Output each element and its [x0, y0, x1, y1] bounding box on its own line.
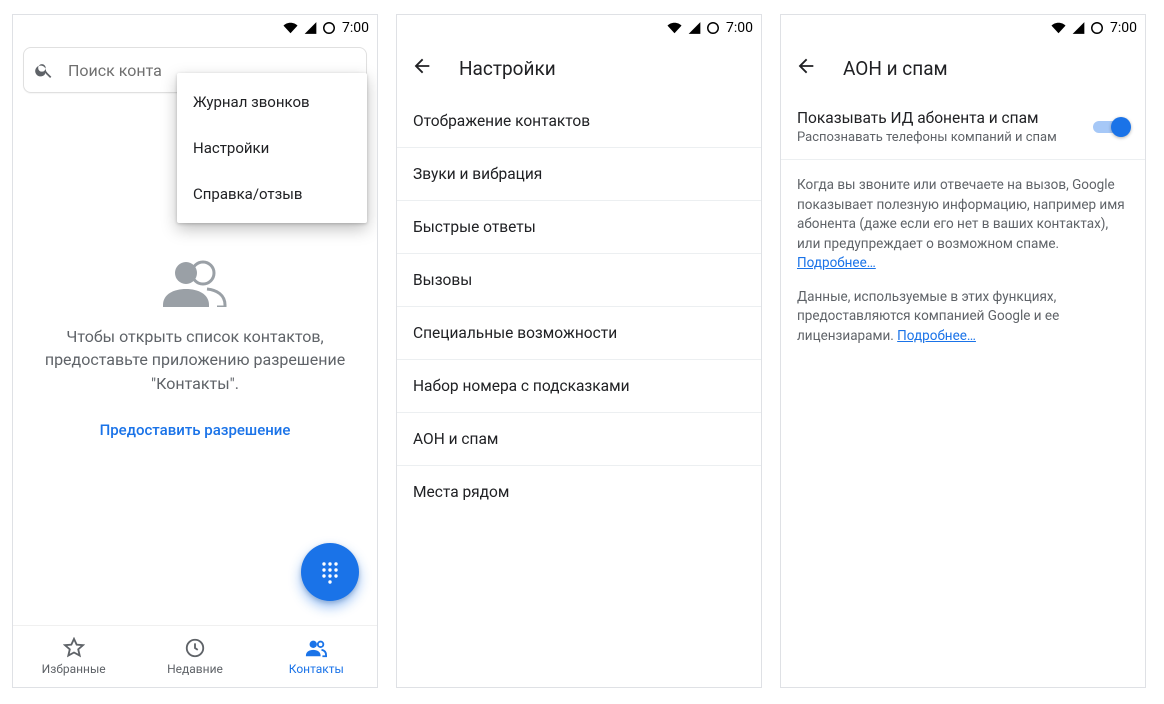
info-block: Когда вы звоните или отвечаете на вызов,… — [781, 160, 1145, 377]
status-time: 7:00 — [726, 20, 753, 36]
nav-favorites[interactable]: Избранные — [13, 626, 134, 687]
nav-contacts[interactable]: Контакты — [256, 626, 377, 687]
arrow-back-icon — [795, 55, 817, 77]
status-time: 7:00 — [342, 20, 369, 36]
signal-icon — [303, 21, 318, 35]
phone-contacts-screen: 7:00 Поиск конта Журнал звонков Настройк… — [12, 14, 378, 688]
back-button[interactable] — [795, 55, 817, 81]
empty-text: Чтобы открыть список контактов, предоста… — [39, 325, 351, 395]
toggle-title: Показывать ИД абонента и спам — [797, 109, 1081, 127]
circle-icon — [706, 21, 720, 35]
wifi-icon — [666, 21, 683, 35]
status-time: 7:00 — [1110, 20, 1137, 36]
status-bar: 7:00 — [397, 15, 761, 41]
settings-item-accessibility[interactable]: Специальные возможности — [397, 307, 761, 360]
wifi-icon — [1050, 21, 1067, 35]
settings-item-quick-responses[interactable]: Быстрые ответы — [397, 201, 761, 254]
wifi-icon — [282, 21, 299, 35]
learn-more-link-2[interactable]: Подробнее… — [897, 328, 976, 344]
info-paragraph-1: Когда вы звоните или отвечаете на вызов,… — [797, 176, 1129, 274]
star-icon — [63, 637, 85, 659]
menu-item-settings[interactable]: Настройки — [177, 125, 367, 171]
app-bar: АОН и спам — [781, 41, 1145, 95]
phone-caller-id-screen: 7:00 АОН и спам Показывать ИД абонента и… — [780, 14, 1146, 688]
app-bar: Настройки — [397, 41, 761, 95]
menu-item-help[interactable]: Справка/отзыв — [177, 171, 367, 217]
app-bar-title: Настройки — [459, 57, 556, 80]
contacts-icon — [159, 259, 231, 307]
people-icon — [305, 637, 327, 659]
settings-item-caller-id-spam[interactable]: АОН и спам — [397, 413, 761, 466]
status-bar: 7:00 — [781, 15, 1145, 41]
settings-item-display-contacts[interactable]: Отображение контактов — [397, 95, 761, 148]
info-paragraph-2: Данные, используемые в этих функциях, пр… — [797, 288, 1129, 347]
grant-permission-link[interactable]: Предоставить разрешение — [100, 421, 291, 439]
phone-settings-screen: 7:00 Настройки Отображение контактов Зву… — [396, 14, 762, 688]
bottom-nav: Избранные Недавние Контакты — [13, 625, 377, 687]
menu-item-call-log[interactable]: Журнал звонков — [177, 79, 367, 125]
toggle-subtitle: Распознавать телефоны компаний и спам — [797, 130, 1081, 145]
clock-icon — [184, 637, 206, 659]
back-button[interactable] — [411, 55, 433, 81]
settings-list: Отображение контактов Звуки и вибрация Б… — [397, 95, 761, 687]
arrow-back-icon — [411, 55, 433, 77]
settings-item-sounds[interactable]: Звуки и вибрация — [397, 148, 761, 201]
signal-icon — [687, 21, 702, 35]
dialpad-fab[interactable] — [301, 543, 359, 601]
settings-item-calls[interactable]: Вызовы — [397, 254, 761, 307]
circle-icon — [322, 21, 336, 35]
caller-id-toggle-row[interactable]: Показывать ИД абонента и спам Распознава… — [781, 95, 1145, 160]
settings-item-nearby-places[interactable]: Места рядом — [397, 466, 761, 518]
dialpad-icon — [318, 560, 342, 584]
toggle-switch[interactable] — [1093, 117, 1129, 137]
info-text-1: Когда вы звоните или отвечаете на вызов,… — [797, 177, 1125, 252]
nav-recents[interactable]: Недавние — [134, 626, 255, 687]
overflow-menu: Журнал звонков Настройки Справка/отзыв — [177, 73, 367, 223]
status-bar: 7:00 — [13, 15, 377, 41]
circle-icon — [1090, 21, 1104, 35]
nav-contacts-label: Контакты — [289, 662, 344, 676]
signal-icon — [1071, 21, 1086, 35]
app-bar-title: АОН и спам — [843, 57, 948, 80]
settings-item-assisted-dialing[interactable]: Набор номера с подсказками — [397, 360, 761, 413]
learn-more-link-1[interactable]: Подробнее… — [797, 255, 876, 271]
nav-recents-label: Недавние — [167, 662, 223, 676]
nav-favorites-label: Избранные — [42, 662, 106, 676]
